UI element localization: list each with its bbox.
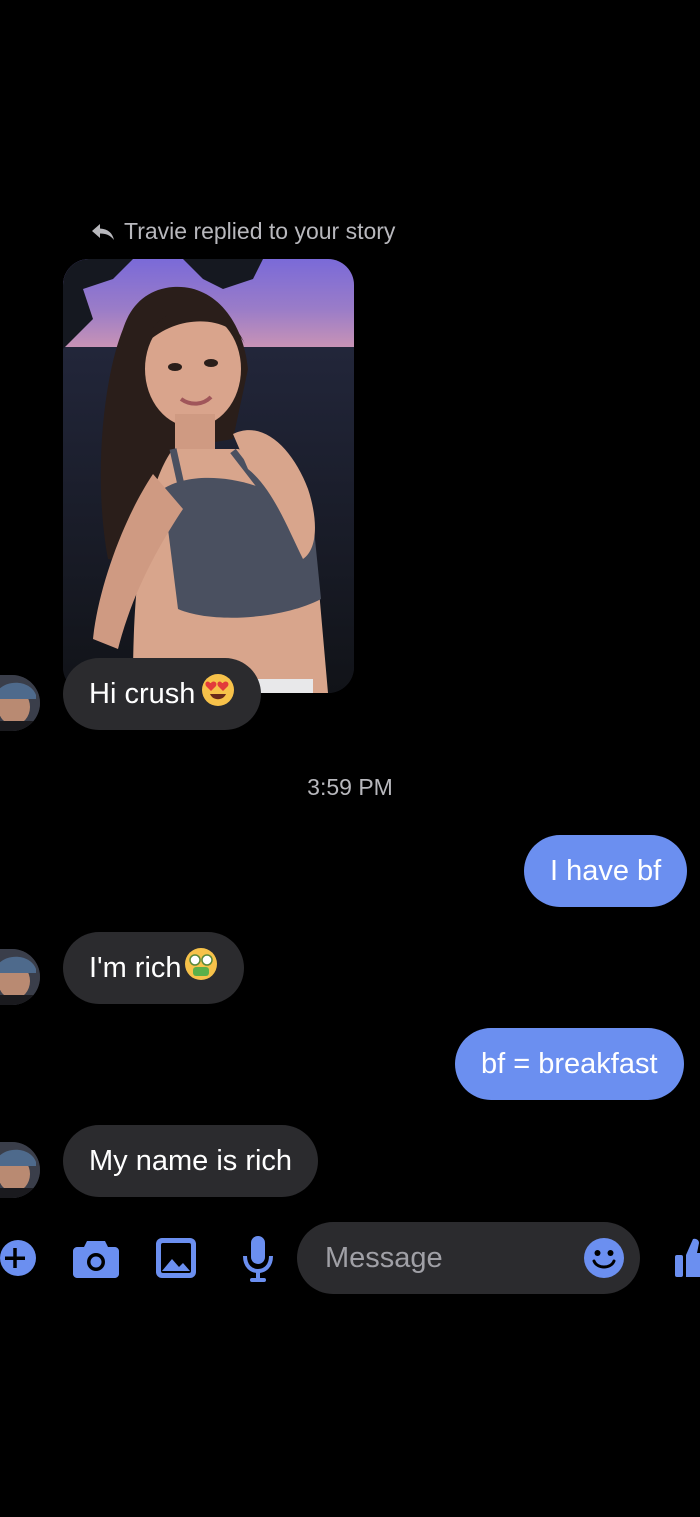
microphone-button[interactable] [242,1236,274,1282]
message-bubble-outgoing[interactable]: I have bf [524,835,688,907]
message-bubble-incoming[interactable]: Hi crush [63,658,262,730]
story-photo[interactable] [63,259,354,693]
emoji-button[interactable] [584,1238,624,1278]
message-text: Hi crush [89,677,196,710]
message-timestamp: 3:59 PM [307,774,393,800]
plus-icon [0,1240,36,1276]
gallery-icon [156,1238,196,1278]
message-text: bf = breakfast [481,1047,658,1080]
message-text: I'm rich [89,951,182,984]
message-text: My name is rich [89,1144,293,1177]
thumbs-up-button[interactable] [675,1237,700,1279]
heart-eyes-emoji [201,673,235,715]
camera-button[interactable] [73,1238,119,1278]
sender-avatar[interactable] [0,1142,40,1198]
message-bubble-incoming[interactable]: I'm rich [63,932,244,1004]
plus-button[interactable] [0,1240,36,1276]
sender-avatar[interactable] [0,949,40,1005]
emoji-icon [584,1238,624,1278]
story-reply-label: Travie replied to your story [124,218,396,244]
thumbs-up-icon [675,1238,700,1277]
reply-arrow-icon [92,223,114,240]
message-input-container[interactable] [297,1222,640,1294]
message-text: I have bf [550,854,662,887]
message-bubble-incoming[interactable]: My name is rich [63,1125,319,1197]
message-bubble-outgoing[interactable]: bf = breakfast [455,1028,684,1100]
gallery-button[interactable] [156,1238,196,1278]
camera-icon [73,1241,119,1278]
message-input[interactable] [323,1240,584,1276]
story-reply-header: Travie replied to your story [90,218,395,245]
sender-avatar[interactable] [0,675,40,731]
money-mouth-emoji [184,947,218,989]
microphone-icon [243,1236,273,1282]
